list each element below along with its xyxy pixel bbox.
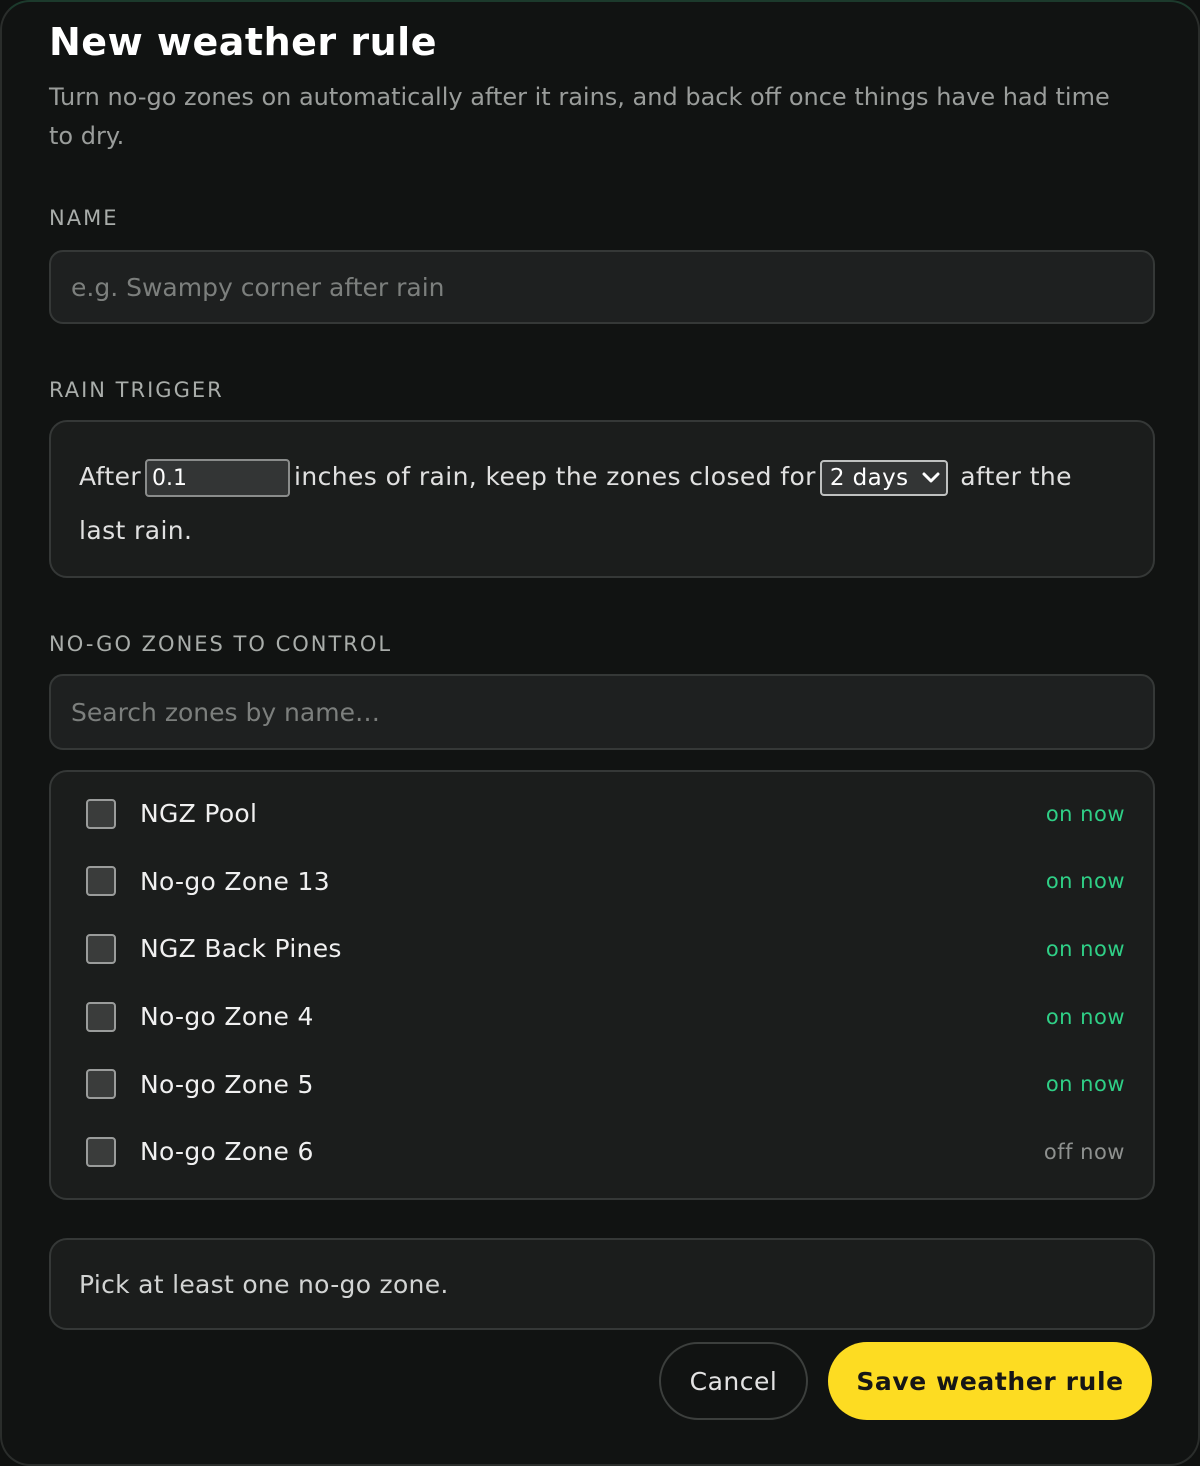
zone-checkbox[interactable] bbox=[86, 798, 116, 829]
new-weather-rule-dialog: New weather rule Turn no-go zones on aut… bbox=[0, 0, 1200, 1466]
zone-row[interactable]: NGZ Pool on now bbox=[51, 780, 1153, 848]
rule-name-input[interactable] bbox=[49, 250, 1155, 324]
zone-row[interactable]: NGZ Back Pines on now bbox=[51, 915, 1153, 983]
zone-search-input[interactable] bbox=[49, 674, 1155, 750]
zone-name: NGZ Pool bbox=[140, 799, 258, 829]
rain-trigger-sentence: After inches of rain, keep the zones clos… bbox=[49, 420, 1155, 578]
dialog-subtitle: Turn no-go zones on automatically after … bbox=[49, 83, 1110, 150]
zone-row[interactable]: No-go Zone 13 on now bbox=[51, 848, 1153, 916]
zone-name: NGZ Back Pines bbox=[140, 934, 342, 964]
rain-amount-input[interactable] bbox=[145, 459, 291, 497]
zone-status: on now bbox=[1045, 1072, 1125, 1097]
zone-checkbox[interactable] bbox=[86, 866, 116, 897]
zone-checkbox[interactable] bbox=[86, 1069, 116, 1100]
dialog-actions: Cancel Save weather rule bbox=[659, 1342, 1152, 1420]
zone-name: No-go Zone 6 bbox=[140, 1137, 314, 1167]
dialog-title: New weather rule bbox=[49, 20, 437, 64]
trigger-text-middle: inches of rain, keep the zones closed fo… bbox=[294, 462, 816, 491]
closed-duration-select[interactable]: 2 days bbox=[819, 460, 948, 496]
zone-status: on now bbox=[1045, 1004, 1125, 1029]
zone-checkbox[interactable] bbox=[86, 1001, 116, 1032]
zone-status: off now bbox=[1043, 1139, 1125, 1164]
zone-checkbox[interactable] bbox=[86, 1136, 116, 1167]
closed-duration-value: 2 days bbox=[829, 465, 909, 491]
zone-status: on now bbox=[1045, 869, 1125, 894]
validation-notice: Pick at least one no-go zone. bbox=[49, 1238, 1155, 1330]
name-section-label: NAME bbox=[49, 206, 119, 230]
zones-section-label: NO-GO ZONES TO CONTROL bbox=[49, 632, 393, 656]
zone-name: No-go Zone 13 bbox=[140, 866, 330, 896]
cancel-button[interactable]: Cancel bbox=[659, 1342, 808, 1420]
zone-name: No-go Zone 5 bbox=[140, 1069, 314, 1099]
chevron-down-icon bbox=[922, 472, 940, 483]
trigger-text-before: After bbox=[79, 462, 142, 491]
rain-trigger-section-label: RAIN TRIGGER bbox=[49, 378, 224, 402]
zone-list: NGZ Pool on now No-go Zone 13 on now NGZ… bbox=[49, 770, 1155, 1200]
zone-row[interactable]: No-go Zone 6 off now bbox=[51, 1118, 1153, 1186]
zone-status: on now bbox=[1045, 801, 1125, 826]
zone-status: on now bbox=[1045, 936, 1125, 961]
save-weather-rule-button[interactable]: Save weather rule bbox=[828, 1342, 1152, 1420]
zone-row[interactable]: No-go Zone 4 on now bbox=[51, 983, 1153, 1051]
zone-name: No-go Zone 4 bbox=[140, 1002, 314, 1032]
zone-row[interactable]: No-go Zone 5 on now bbox=[51, 1050, 1153, 1118]
zone-checkbox[interactable] bbox=[86, 933, 116, 964]
